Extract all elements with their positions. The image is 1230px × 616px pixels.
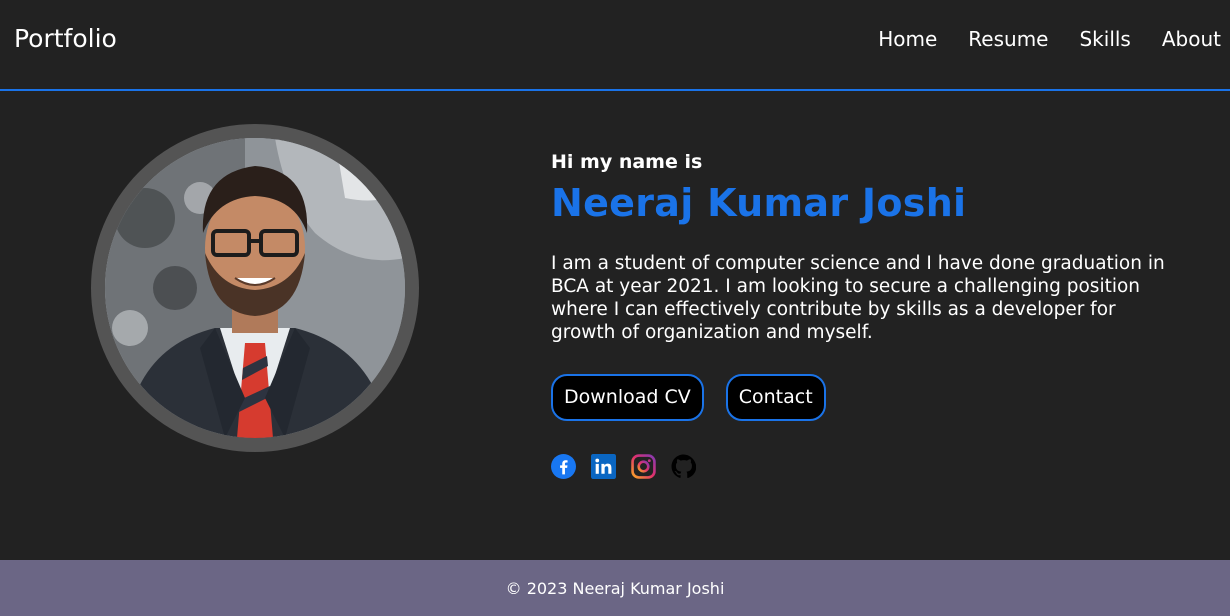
action-buttons: Download CV Contact [551, 374, 1191, 421]
profile-photo [105, 138, 405, 438]
facebook-icon[interactable] [551, 454, 576, 479]
bio-text: I am a student of computer science and I… [551, 253, 1165, 343]
download-cv-button[interactable]: Download CV [551, 374, 704, 421]
contact-button[interactable]: Contact [725, 374, 826, 421]
nav-resume[interactable]: Resume [968, 26, 1048, 52]
main-nav: Home Resume Skills About [878, 26, 1221, 52]
person-name: Neeraj Kumar Joshi [551, 181, 967, 225]
intro-section: Hi my name is Neeraj Kumar Joshi I am a … [551, 150, 1191, 479]
linkedin-icon[interactable] [591, 454, 616, 479]
profile-photo-illustration [105, 138, 405, 438]
site-brand[interactable]: Portfolio [14, 22, 117, 56]
site-footer: © 2023 Neeraj Kumar Joshi [0, 560, 1230, 616]
portfolio-page: Portfolio Home Resume Skills About Hi my… [0, 0, 1230, 616]
nav-home[interactable]: Home [878, 26, 937, 52]
instagram-icon[interactable] [631, 454, 656, 479]
nav-about[interactable]: About [1162, 26, 1221, 52]
site-header: Portfolio Home Resume Skills About [0, 0, 1230, 91]
nav-skills[interactable]: Skills [1079, 26, 1130, 52]
greeting-text: Hi my name is [551, 151, 703, 173]
copyright-text: © 2023 Neeraj Kumar Joshi [505, 578, 725, 598]
github-icon[interactable] [671, 454, 696, 479]
social-links [551, 454, 1191, 479]
profile-photo-frame [91, 124, 419, 452]
